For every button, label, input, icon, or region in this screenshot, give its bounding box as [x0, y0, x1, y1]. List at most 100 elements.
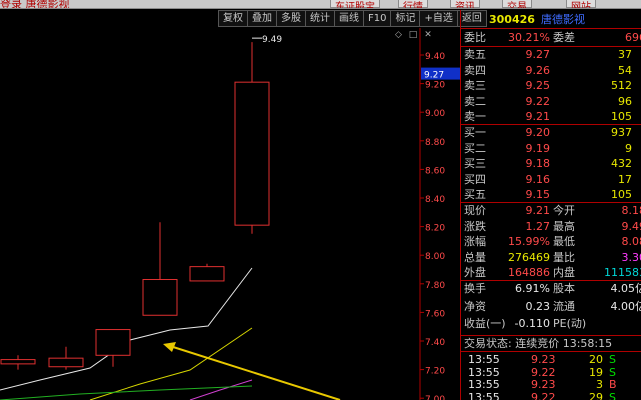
close-icon[interactable]: ✕ — [424, 30, 432, 40]
ma-white-line — [0, 267, 253, 391]
ask-label: 卖三 — [464, 79, 486, 92]
bid-price: 9.15 — [525, 188, 551, 201]
quotes-button[interactable]: 行情 — [398, 0, 428, 8]
bid-volume: 17 — [618, 172, 632, 186]
window-title: 登录 唐德影视 — [0, 0, 70, 9]
fundamental-label: 净资 — [464, 299, 486, 313]
current-price-label: 9.27 — [424, 71, 444, 81]
stat-label: 现价 — [464, 204, 486, 217]
f10-button[interactable]: F10 — [363, 10, 391, 27]
fundamental-label: 收益(一) — [464, 317, 506, 330]
ask-row[interactable]: 卖五 9.27 37 — [461, 47, 641, 62]
ratio-value: 30.21% — [508, 31, 550, 44]
ask-price: 9.27 — [525, 48, 551, 61]
diff-label: 委差 — [553, 31, 575, 44]
tick-row[interactable]: 13:55 9.23 3 B — [461, 378, 641, 391]
stat-label: 量比 — [553, 250, 575, 264]
broker-button[interactable]: 东证股宝 — [330, 0, 380, 8]
quote-panel: 300426 唐德影视 委比 30.21% 委差 696 卖五 9.27 37 卖四 9… — [460, 10, 641, 400]
ask-row[interactable]: 卖二 9.22 96 — [461, 94, 641, 109]
diff-value: 696 — [625, 31, 641, 44]
tick-row[interactable]: 13:55 9.23 20 S — [461, 353, 641, 366]
ask-volume: 37 — [618, 48, 632, 61]
stat-row: 外盘 164886内盘 111583 — [461, 265, 641, 280]
stat-value: 3.30 — [621, 250, 641, 264]
bid-row[interactable]: 买三 9.18 432 — [461, 156, 641, 171]
ask-label: 卖五 — [464, 48, 486, 61]
multi-stock-button[interactable]: 多股 — [276, 10, 305, 27]
stat-label: 最高 — [553, 219, 575, 233]
ask-label: 卖二 — [464, 94, 486, 108]
stat-label: 内盘 — [553, 266, 575, 279]
stat-label: 最低 — [553, 235, 575, 248]
bid-row[interactable]: 买五 9.15 105 — [461, 187, 641, 202]
tick-volume: 19 — [589, 365, 603, 379]
restore-rights-button[interactable]: 复权 — [218, 10, 247, 27]
news-button[interactable]: 资讯 — [450, 0, 480, 8]
candlestick-chart[interactable]: 9.40 9.20 9.00 8.80 8.60 8.40 8.20 8.00 7.80 7.60… — [0, 28, 460, 400]
trade-button[interactable]: 交易 — [502, 0, 532, 8]
ask-label: 卖四 — [464, 63, 486, 77]
stat-label: 外盘 — [464, 266, 486, 279]
overlay-button[interactable]: 叠加 — [247, 10, 276, 27]
ask-label: 卖一 — [464, 110, 486, 123]
fundamental-value: -0.110 — [514, 317, 550, 330]
ma-magenta-line — [189, 379, 253, 400]
stat-label: 总量 — [464, 250, 486, 264]
price-axis-label: 7.40 — [425, 338, 445, 348]
tick-side: S — [609, 390, 616, 400]
ask-volume: 54 — [618, 63, 632, 77]
add-watchlist-button[interactable]: +自选 — [419, 10, 457, 27]
bid-volume: 105 — [611, 188, 632, 201]
price-axis-label: 8.20 — [425, 224, 445, 234]
chart-controls: ◇ □ ✕ — [395, 30, 432, 40]
statistics-button[interactable]: 统计 — [305, 10, 334, 27]
price-axis-label: 9.00 — [425, 109, 445, 119]
website-button[interactable]: 网站 — [566, 0, 596, 8]
fundamental-label: 股本 — [553, 282, 575, 295]
ask-price: 9.26 — [525, 63, 551, 77]
ask-row[interactable]: 卖三 9.25 512 — [461, 78, 641, 93]
bid-row[interactable]: 买二 9.19 9 — [461, 141, 641, 156]
tick-volume: 20 — [589, 353, 603, 366]
tick-row[interactable]: 13:55 9.22 29 S — [461, 391, 641, 400]
candle-body — [189, 266, 225, 282]
stat-label: 今开 — [553, 204, 575, 217]
tick-volume: 3 — [596, 378, 603, 391]
high-label: 9.49 — [262, 35, 282, 45]
settings-icon[interactable]: ◇ — [395, 30, 402, 40]
ask-row[interactable]: 卖一 9.21 105 — [461, 109, 641, 124]
price-axis-label: 7.20 — [425, 367, 445, 377]
mark-button[interactable]: 标记 — [390, 10, 420, 27]
tick-row[interactable]: 13:55 9.22 19 S — [461, 366, 641, 379]
tick-time: 13:55 — [468, 390, 500, 400]
price-axis-label: 7.60 — [425, 309, 445, 319]
bid-label: 买二 — [464, 141, 486, 155]
bid-volume: 432 — [611, 157, 632, 170]
price-axis-label: 8.40 — [425, 195, 445, 205]
bid-price: 9.19 — [525, 141, 551, 155]
ratio-label: 委比 — [464, 31, 486, 44]
ask-row[interactable]: 卖四 9.26 54 — [461, 63, 641, 78]
tick-volume: 29 — [589, 390, 603, 400]
stock-name: 唐德影视 — [541, 13, 585, 26]
candle-body — [0, 359, 36, 365]
stat-value: 111583 — [604, 266, 641, 279]
tick-price: 9.23 — [531, 353, 556, 366]
stat-value: 9.21 — [525, 204, 551, 217]
draw-line-button[interactable]: 画线 — [334, 10, 363, 27]
bid-row[interactable]: 买四 9.16 17 — [461, 172, 641, 187]
candle-body — [95, 329, 131, 356]
price-axis-label: 9.40 — [425, 52, 445, 62]
maximize-icon[interactable]: □ — [409, 30, 418, 40]
stat-row: 涨幅 15.99%最低 8.08 — [461, 234, 641, 249]
fundamental-label: PE(动) — [553, 317, 587, 330]
fundamental-label: 流通 — [553, 299, 575, 313]
fundamental-row: 换手 6.91% 股本 4.05亿 — [461, 281, 641, 296]
price-axis-label: 7.00 — [425, 395, 445, 400]
bid-row[interactable]: 买一 9.20 937 — [461, 125, 641, 140]
fundamental-row: 净资 0.23 流通 4.00亿 — [461, 299, 641, 314]
price-axis-label: 9.20 — [425, 81, 445, 91]
ask-price: 9.22 — [525, 94, 551, 108]
fundamental-value: 0.23 — [525, 299, 551, 313]
